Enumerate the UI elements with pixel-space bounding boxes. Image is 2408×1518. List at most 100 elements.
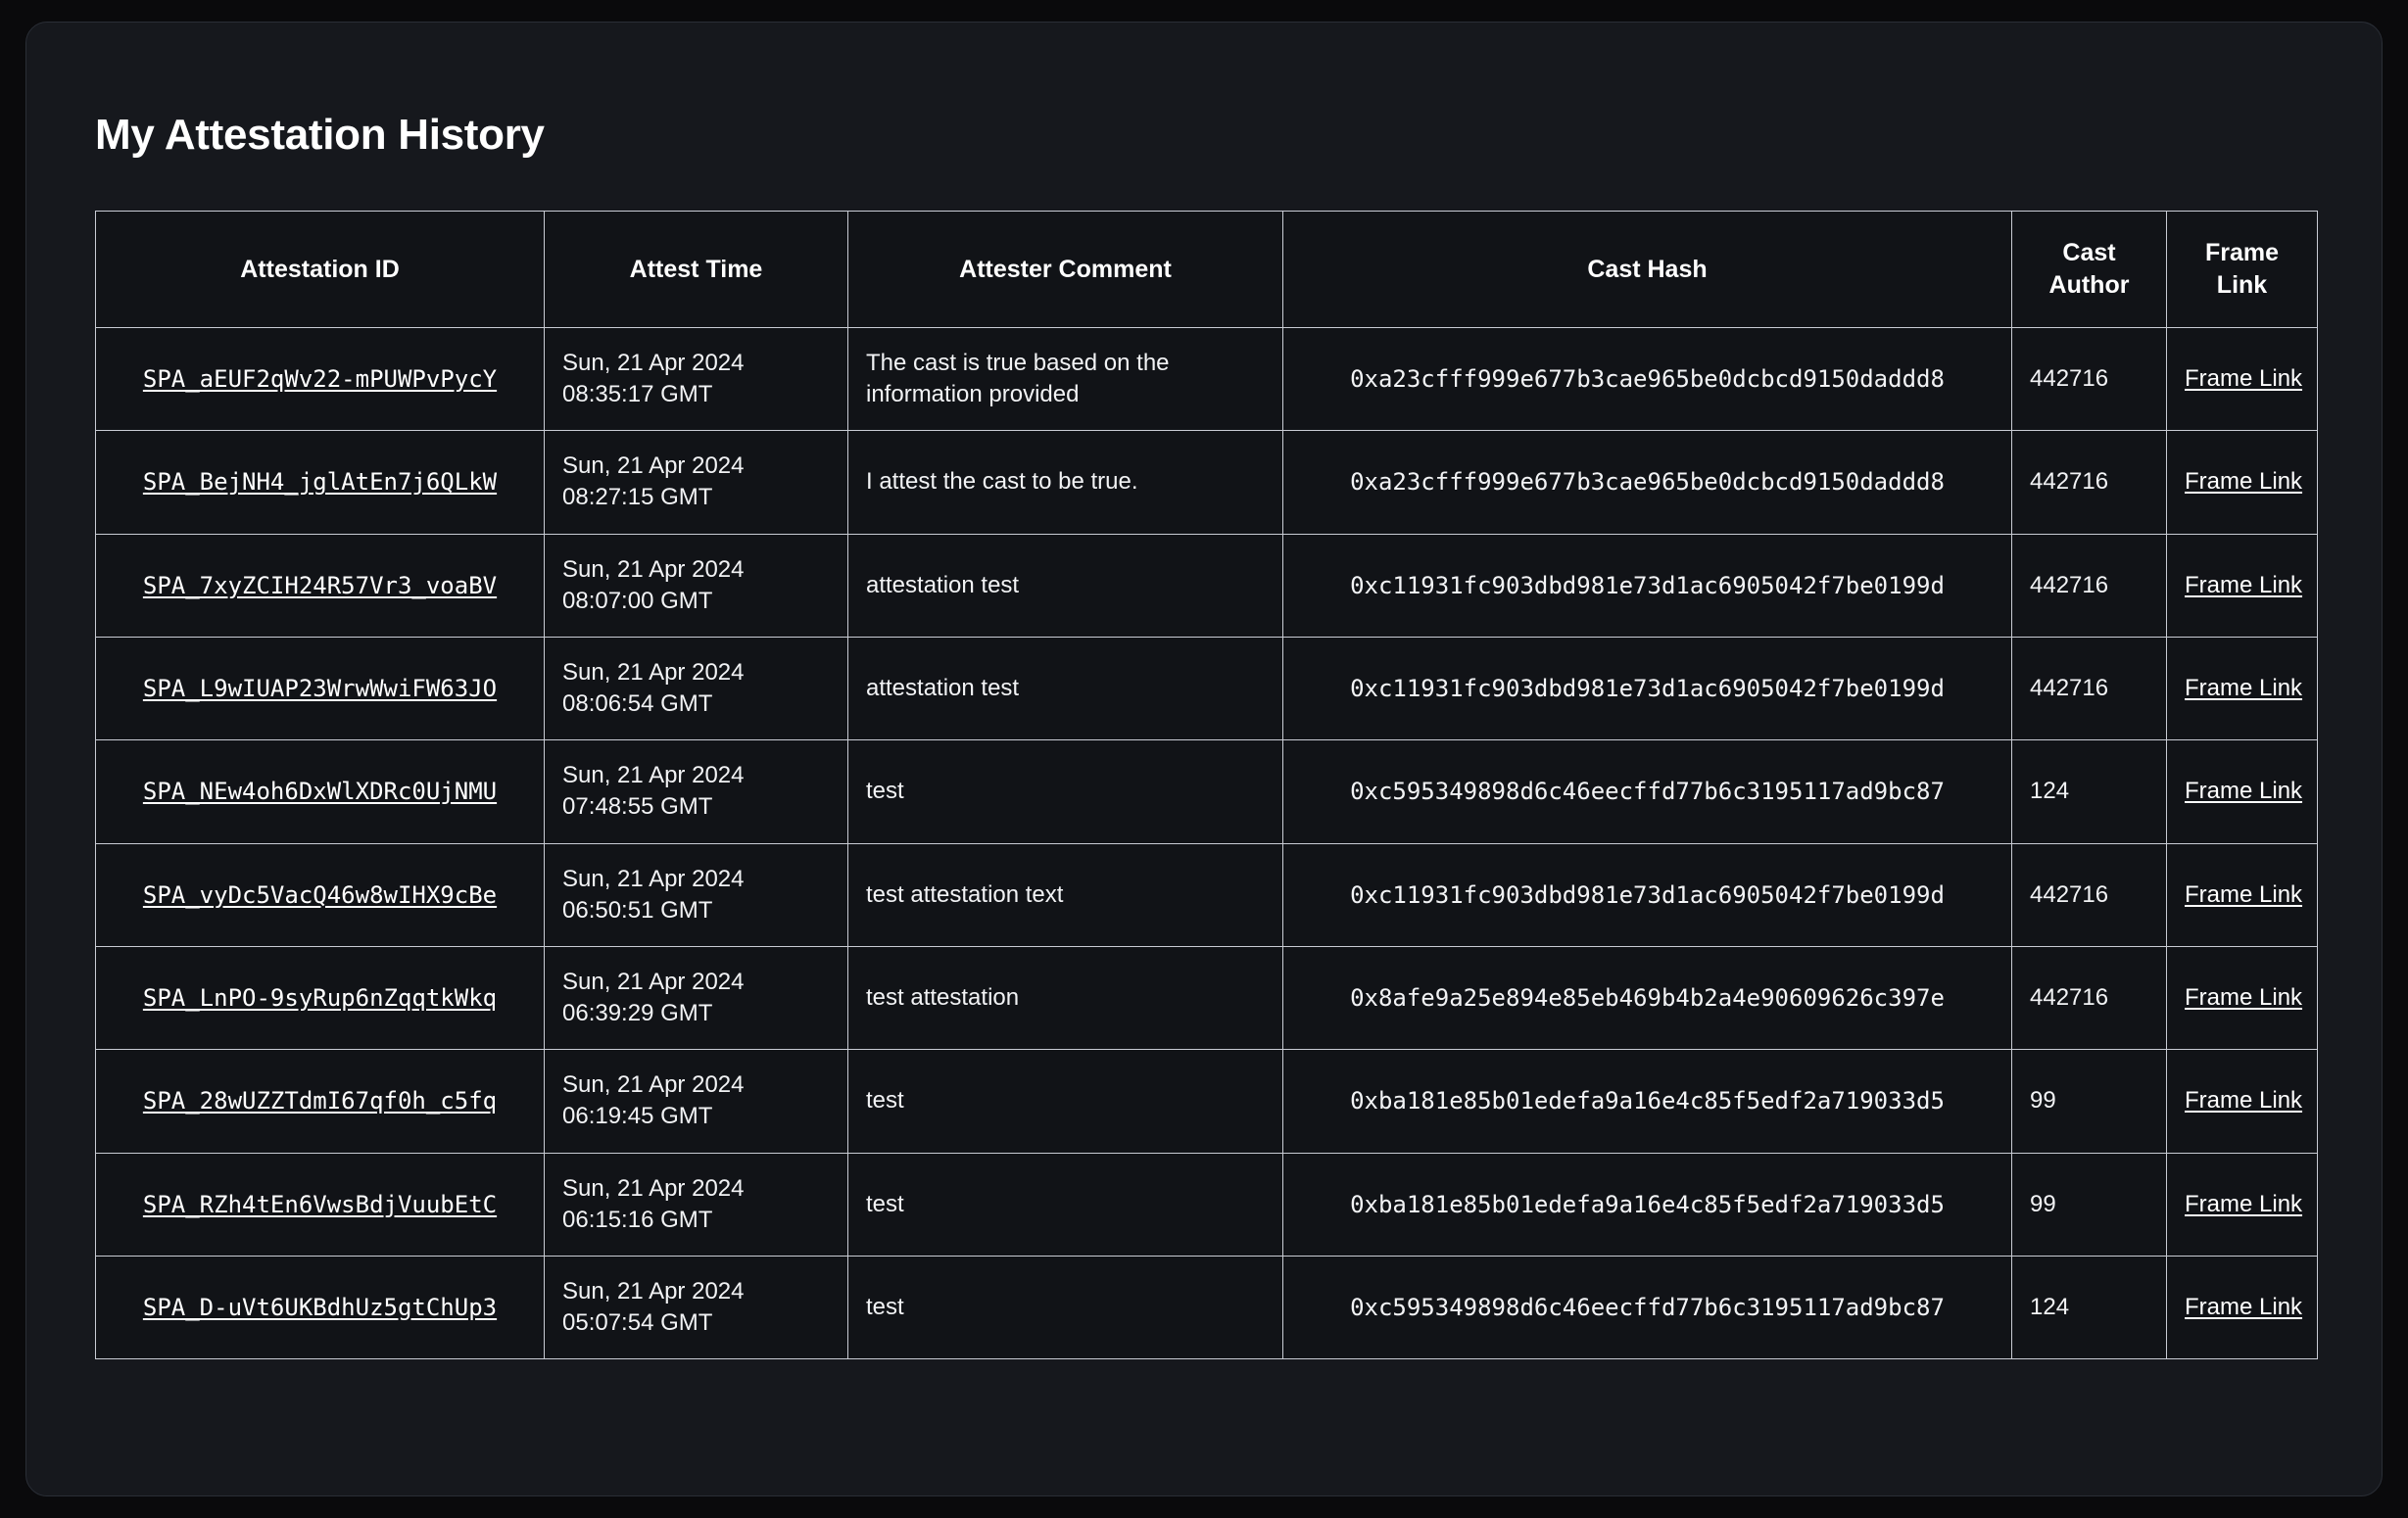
table-row: SPA_aEUF2qWv22-mPUWPvPycY Sun, 21 Apr 202… xyxy=(95,326,2318,432)
cell-cast-hash: 0xc595349898d6c46eecffd77b6c3195117ad9bc… xyxy=(1282,739,2012,844)
cell-cast-author: 442716 xyxy=(2011,636,2167,741)
frame-link[interactable]: Frame Link xyxy=(2185,570,2302,601)
table-row: SPA_L9wIUAP23WrwWwiFW63JO Sun, 21 Apr 202… xyxy=(95,636,2318,741)
attestation-id-link[interactable]: SPA_BejNH4_jglAtEn7j6QLkW xyxy=(143,468,497,496)
cell-attest-time: Sun, 21 Apr 2024 08:27:15 GMT xyxy=(544,430,848,535)
cell-cast-author: 442716 xyxy=(2011,326,2167,432)
cell-cast-hash: 0xba181e85b01edefa9a16e4c85f5edf2a719033… xyxy=(1282,1152,2012,1257)
frame-link[interactable]: Frame Link xyxy=(2185,982,2302,1014)
cell-cast-author: 124 xyxy=(2011,739,2167,844)
cell-attester-comment: test attestation text xyxy=(847,842,1283,947)
table-row: SPA_LnPO-9syRup6nZqqtkWkq Sun, 21 Apr 202… xyxy=(95,945,2318,1051)
cell-attester-comment: test xyxy=(847,1049,1283,1154)
table-row: SPA_NEw4oh6DxWlXDRc0UjNMU Sun, 21 Apr 202… xyxy=(95,739,2318,844)
cell-attest-time: Sun, 21 Apr 2024 05:07:54 GMT xyxy=(544,1255,848,1360)
cell-frame-link: Frame Link xyxy=(2166,945,2318,1051)
cell-attestation-id: SPA_7xyZCIH24R57Vr3_voaBV xyxy=(95,533,545,638)
cell-attester-comment: test xyxy=(847,739,1283,844)
cell-attestation-id: SPA_RZh4tEn6VwsBdjVuubEtC xyxy=(95,1152,545,1257)
table-body: SPA_aEUF2qWv22-mPUWPvPycY Sun, 21 Apr 202… xyxy=(95,326,2318,1360)
table-row: SPA_28wUZZTdmI67qf0h_c5fq Sun, 21 Apr 202… xyxy=(95,1049,2318,1154)
cell-cast-author: 442716 xyxy=(2011,945,2167,1051)
page-root: My Attestation History Attestation ID At… xyxy=(0,0,2408,1518)
attestation-id-link[interactable]: SPA_28wUZZTdmI67qf0h_c5fq xyxy=(143,1087,497,1115)
cell-cast-author: 124 xyxy=(2011,1255,2167,1360)
cell-frame-link: Frame Link xyxy=(2166,1049,2318,1154)
attestation-id-link[interactable]: SPA_7xyZCIH24R57Vr3_voaBV xyxy=(143,572,497,599)
cell-frame-link: Frame Link xyxy=(2166,1152,2318,1257)
table-header-row: Attestation ID Attest Time Attester Comm… xyxy=(95,211,2318,328)
cell-attester-comment: I attest the cast to be true. xyxy=(847,430,1283,535)
cell-attestation-id: SPA_vyDc5VacQ46w8wIHX9cBe xyxy=(95,842,545,947)
cell-attestation-id: SPA_L9wIUAP23WrwWwiFW63JO xyxy=(95,636,545,741)
frame-link[interactable]: Frame Link xyxy=(2185,1189,2302,1220)
column-header-attestation-id: Attestation ID xyxy=(95,211,545,328)
frame-link[interactable]: Frame Link xyxy=(2185,363,2302,395)
attestation-id-link[interactable]: SPA_aEUF2qWv22-mPUWPvPycY xyxy=(143,365,497,393)
table-row: SPA_7xyZCIH24R57Vr3_voaBV Sun, 21 Apr 202… xyxy=(95,533,2318,638)
cell-frame-link: Frame Link xyxy=(2166,533,2318,638)
cell-attest-time: Sun, 21 Apr 2024 06:39:29 GMT xyxy=(544,945,848,1051)
column-header-frame-link: Frame Link xyxy=(2166,211,2318,328)
attestation-id-link[interactable]: SPA_L9wIUAP23WrwWwiFW63JO xyxy=(143,675,497,702)
cell-cast-hash: 0xc595349898d6c46eecffd77b6c3195117ad9bc… xyxy=(1282,1255,2012,1360)
cell-attest-time: Sun, 21 Apr 2024 07:48:55 GMT xyxy=(544,739,848,844)
column-header-cast-hash: Cast Hash xyxy=(1282,211,2012,328)
frame-link[interactable]: Frame Link xyxy=(2185,1292,2302,1323)
table-row: SPA_RZh4tEn6VwsBdjVuubEtC Sun, 21 Apr 202… xyxy=(95,1152,2318,1257)
cell-cast-author: 99 xyxy=(2011,1049,2167,1154)
frame-link[interactable]: Frame Link xyxy=(2185,879,2302,911)
cell-frame-link: Frame Link xyxy=(2166,842,2318,947)
column-header-cast-author: Cast Author xyxy=(2011,211,2167,328)
cell-cast-author: 442716 xyxy=(2011,842,2167,947)
column-header-attest-time: Attest Time xyxy=(544,211,848,328)
frame-link[interactable]: Frame Link xyxy=(2185,776,2302,807)
cell-attestation-id: SPA_D-uVt6UKBdhUz5gtChUp3 xyxy=(95,1255,545,1360)
attestation-id-link[interactable]: SPA_NEw4oh6DxWlXDRc0UjNMU xyxy=(143,778,497,805)
cell-attest-time: Sun, 21 Apr 2024 08:35:17 GMT xyxy=(544,326,848,432)
page-title: My Attestation History xyxy=(95,111,545,159)
frame-link[interactable]: Frame Link xyxy=(2185,466,2302,498)
cell-cast-hash: 0xc11931fc903dbd981e73d1ac6905042f7be019… xyxy=(1282,636,2012,741)
cell-cast-hash: 0xba181e85b01edefa9a16e4c85f5edf2a719033… xyxy=(1282,1049,2012,1154)
cell-attestation-id: SPA_28wUZZTdmI67qf0h_c5fq xyxy=(95,1049,545,1154)
cell-frame-link: Frame Link xyxy=(2166,1255,2318,1360)
attestation-id-link[interactable]: SPA_D-uVt6UKBdhUz5gtChUp3 xyxy=(143,1294,497,1321)
cell-attestation-id: SPA_BejNH4_jglAtEn7j6QLkW xyxy=(95,430,545,535)
cell-cast-hash: 0xc11931fc903dbd981e73d1ac6905042f7be019… xyxy=(1282,533,2012,638)
table-row: SPA_D-uVt6UKBdhUz5gtChUp3 Sun, 21 Apr 202… xyxy=(95,1255,2318,1360)
cell-frame-link: Frame Link xyxy=(2166,326,2318,432)
table-container: Attestation ID Attest Time Attester Comm… xyxy=(95,211,2318,1360)
table-header: Attestation ID Attest Time Attester Comm… xyxy=(95,211,2318,328)
cell-attest-time: Sun, 21 Apr 2024 06:50:51 GMT xyxy=(544,842,848,947)
cell-attestation-id: SPA_NEw4oh6DxWlXDRc0UjNMU xyxy=(95,739,545,844)
attestation-id-link[interactable]: SPA_RZh4tEn6VwsBdjVuubEtC xyxy=(143,1191,497,1218)
cell-cast-hash: 0xc11931fc903dbd981e73d1ac6905042f7be019… xyxy=(1282,842,2012,947)
column-header-attester-comment: Attester Comment xyxy=(847,211,1283,328)
cell-frame-link: Frame Link xyxy=(2166,430,2318,535)
cell-attest-time: Sun, 21 Apr 2024 08:06:54 GMT xyxy=(544,636,848,741)
table-row: SPA_vyDc5VacQ46w8wIHX9cBe Sun, 21 Apr 202… xyxy=(95,842,2318,947)
cell-cast-hash: 0xa23cfff999e677b3cae965be0dcbcd9150dadd… xyxy=(1282,430,2012,535)
frame-link[interactable]: Frame Link xyxy=(2185,1085,2302,1116)
attestation-id-link[interactable]: SPA_LnPO-9syRup6nZqqtkWkq xyxy=(143,984,497,1012)
cell-attester-comment: test xyxy=(847,1152,1283,1257)
attestation-history-card: My Attestation History Attestation ID At… xyxy=(25,22,2383,1496)
cell-frame-link: Frame Link xyxy=(2166,636,2318,741)
cell-attest-time: Sun, 21 Apr 2024 06:19:45 GMT xyxy=(544,1049,848,1154)
table-row: SPA_BejNH4_jglAtEn7j6QLkW Sun, 21 Apr 202… xyxy=(95,430,2318,535)
cell-attester-comment: attestation test xyxy=(847,636,1283,741)
cell-attestation-id: SPA_aEUF2qWv22-mPUWPvPycY xyxy=(95,326,545,432)
cell-cast-hash: 0x8afe9a25e894e85eb469b4b2a4e90609626c39… xyxy=(1282,945,2012,1051)
cell-cast-author: 442716 xyxy=(2011,533,2167,638)
cell-frame-link: Frame Link xyxy=(2166,739,2318,844)
cell-attester-comment: test xyxy=(847,1255,1283,1360)
frame-link[interactable]: Frame Link xyxy=(2185,673,2302,704)
cell-attestation-id: SPA_LnPO-9syRup6nZqqtkWkq xyxy=(95,945,545,1051)
attestation-history-table: Attestation ID Attest Time Attester Comm… xyxy=(95,211,2318,1360)
cell-attester-comment: attestation test xyxy=(847,533,1283,638)
cell-cast-hash: 0xa23cfff999e677b3cae965be0dcbcd9150dadd… xyxy=(1282,326,2012,432)
cell-attester-comment: The cast is true based on the informatio… xyxy=(847,326,1283,432)
cell-attest-time: Sun, 21 Apr 2024 06:15:16 GMT xyxy=(544,1152,848,1257)
attestation-id-link[interactable]: SPA_vyDc5VacQ46w8wIHX9cBe xyxy=(143,881,497,909)
